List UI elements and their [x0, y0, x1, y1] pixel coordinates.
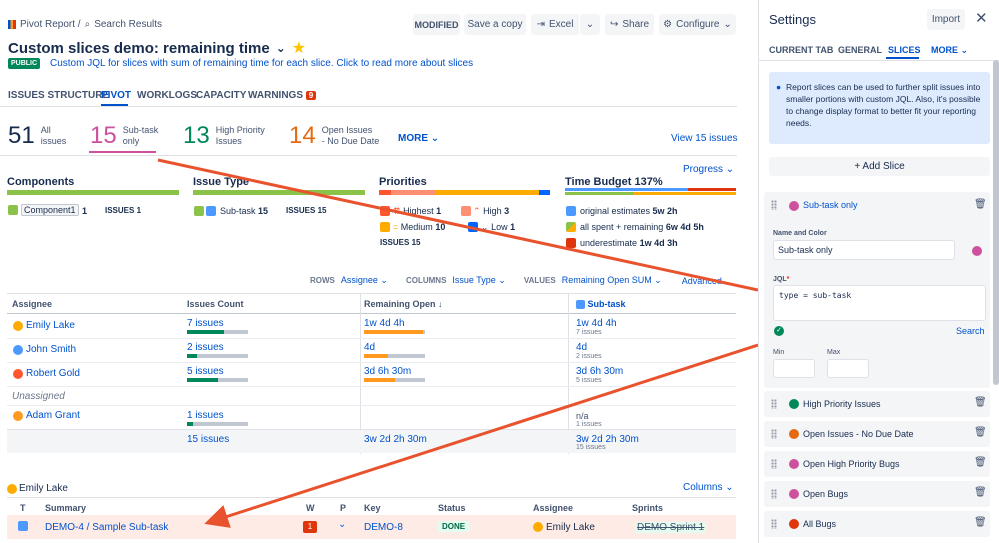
- slice-color-dot: [789, 459, 799, 469]
- pivot-report-main: Pivot Report / ⌕ Search Results MODIFIED…: [0, 0, 758, 543]
- slice-name: Open High Priority Bugs: [803, 459, 900, 469]
- drag-handle-icon[interactable]: [771, 489, 777, 499]
- trash-icon[interactable]: 🗑: [974, 427, 987, 438]
- max-label: Max: [827, 349, 841, 356]
- drag-handle-icon[interactable]: [771, 200, 777, 210]
- slice-name: All Bugs: [803, 519, 837, 529]
- slice-item[interactable]: Open Issues - No Due Date 🗑: [764, 421, 990, 447]
- drag-handle-icon[interactable]: [771, 459, 777, 469]
- trash-icon[interactable]: 🗑: [974, 487, 987, 498]
- slice-item[interactable]: Open High Priority Bugs 🗑: [764, 451, 990, 477]
- trash-icon[interactable]: 🗑: [974, 199, 987, 210]
- info-box: ● Report slices can be used to further s…: [769, 72, 990, 144]
- arrow-to-jql: [157, 158, 758, 292]
- annotation-arrows: [157, 158, 758, 528]
- slice-color-dot: [789, 201, 799, 211]
- slice-color-dot: [789, 489, 799, 499]
- active-slice-editor: Sub-task only 🗑 Name and Color Sub-task …: [764, 192, 990, 388]
- slice-item[interactable]: High Priority Issues 🗑: [764, 391, 990, 417]
- drag-handle-icon[interactable]: [771, 429, 777, 439]
- slice-name: Open Bugs: [803, 489, 849, 499]
- jql-label: JQL*: [773, 276, 790, 283]
- tab-general[interactable]: GENERAL: [838, 45, 882, 55]
- close-icon[interactable]: ✕: [975, 9, 988, 27]
- slice-name-input[interactable]: Sub-task only: [773, 240, 955, 260]
- min-input[interactable]: [773, 359, 815, 378]
- tab-more-label: MORE: [931, 45, 958, 55]
- check-icon: ✓: [774, 326, 784, 336]
- jql-input[interactable]: type = sub-task: [773, 285, 986, 321]
- slice-name: Open Issues - No Due Date: [803, 429, 914, 439]
- info-text: Report slices can be used to further spl…: [786, 82, 981, 128]
- tab-current[interactable]: CURRENT TAB: [769, 45, 833, 55]
- name-color-label: Name and Color: [773, 230, 827, 237]
- slice-name: High Priority Issues: [803, 399, 881, 409]
- settings-scrollbar[interactable]: [993, 60, 999, 385]
- info-icon: ●: [776, 82, 782, 92]
- min-label: Min: [773, 349, 785, 356]
- settings-tabs-divider: [759, 60, 999, 61]
- settings-title: Settings: [769, 12, 816, 27]
- trash-icon[interactable]: 🗑: [974, 457, 987, 468]
- import-button[interactable]: Import: [927, 9, 965, 30]
- tab-slices[interactable]: SLICES: [888, 45, 921, 55]
- slice-item[interactable]: Open Bugs 🗑: [764, 481, 990, 507]
- max-input[interactable]: [827, 359, 869, 378]
- tab-more[interactable]: MORE ⌄: [931, 45, 968, 56]
- slice-color-dot: [789, 399, 799, 409]
- arrow-to-row: [204, 343, 758, 528]
- trash-icon[interactable]: 🗑: [974, 517, 987, 528]
- search-link[interactable]: Search: [956, 326, 985, 336]
- jql-label-text: JQL: [773, 276, 787, 283]
- tab-active-indicator: [886, 57, 919, 59]
- trash-icon[interactable]: 🗑: [974, 397, 987, 408]
- drag-handle-icon[interactable]: [771, 519, 777, 529]
- active-slice-name[interactable]: Sub-task only: [803, 200, 858, 210]
- drag-handle-icon[interactable]: [771, 399, 777, 409]
- slice-color-dot: [789, 519, 799, 529]
- add-slice-button[interactable]: + Add Slice: [769, 157, 990, 176]
- slice-item[interactable]: All Bugs 🗑: [764, 511, 990, 537]
- slice-color-dot: [789, 429, 799, 439]
- color-picker[interactable]: [972, 246, 982, 256]
